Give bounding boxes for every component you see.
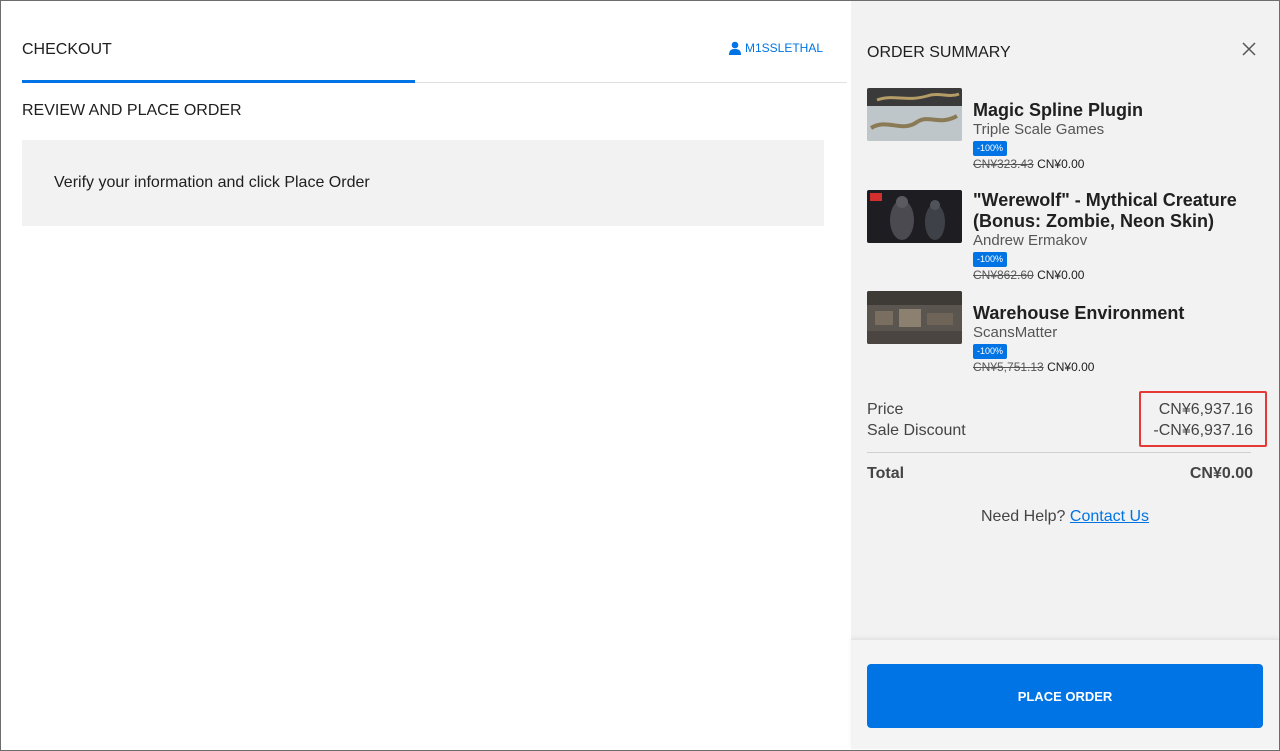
item-seller: Andrew Ermakov (973, 232, 1088, 249)
order-summary-title: ORDER SUMMARY (867, 44, 1011, 61)
help-line: Need Help? Contact Us (851, 508, 1279, 526)
total-value: CN¥0.00 (1189, 465, 1253, 482)
item-title[interactable]: "Werewolf" - Mythical Creature (Bonus: Z… (973, 190, 1263, 232)
place-order-button[interactable]: PLACE ORDER (867, 664, 1263, 728)
item-price: CN¥862.60 CN¥0.00 (973, 268, 1263, 282)
total-row: Total CN¥0.00 (867, 465, 1253, 483)
price-label: Price (867, 401, 904, 418)
username-label: M1SSLETHAL (744, 41, 823, 55)
item-title[interactable]: Warehouse Environment (973, 303, 1263, 324)
sale-price: CN¥0.00 (1047, 360, 1095, 374)
item-details: "Werewolf" - Mythical Creature (Bonus: Z… (973, 190, 1263, 282)
discount-badge: -100% (973, 141, 1008, 156)
review-section-title: REVIEW AND PLACE ORDER (22, 102, 242, 119)
werewolf-thumbnail-icon (867, 190, 962, 243)
info-message: Verify your information and click Place … (54, 174, 370, 191)
tab-checkout[interactable]: CHECKOUT (22, 41, 112, 59)
item-details: Warehouse Environment ScansMatter -100% … (973, 291, 1263, 374)
user-account[interactable]: M1SSLETHAL (728, 41, 823, 55)
original-price: CN¥5,751.13 (973, 360, 1044, 374)
original-price: CN¥862.60 (973, 268, 1034, 282)
item-price: CN¥323.43 CN¥0.00 (973, 157, 1263, 171)
discount-badge: -100% (973, 344, 1008, 359)
discount-badge: -100% (973, 252, 1008, 267)
checkout-pane: CHECKOUT M1SSLETHAL REVIEW AND PLACE ORD… (1, 1, 851, 749)
discount-label: Sale Discount (867, 422, 966, 439)
close-icon[interactable] (1241, 41, 1257, 57)
place-order-bar: PLACE ORDER (851, 639, 1279, 749)
item-seller: Triple Scale Games (973, 121, 1105, 138)
original-price: CN¥323.43 (973, 157, 1034, 171)
sale-price: CN¥0.00 (1037, 268, 1085, 282)
sale-price: CN¥0.00 (1037, 157, 1085, 171)
info-box: Verify your information and click Place … (22, 140, 824, 226)
order-summary-pane: ORDER SUMMARY Magic Spline Plugin Triple… (851, 1, 1279, 749)
spline-thumbnail-icon (867, 88, 962, 141)
active-tab-indicator (22, 80, 415, 83)
item-seller: ScansMatter (973, 324, 1058, 341)
total-label: Total (867, 465, 905, 482)
warehouse-thumbnail-icon (867, 291, 962, 344)
highlight-box (1139, 391, 1267, 447)
item-details: Magic Spline Plugin Triple Scale Games -… (973, 88, 1263, 171)
help-text: Need Help? (980, 508, 1066, 525)
contact-us-link[interactable]: Contact Us (1070, 508, 1149, 525)
checkout-tabs: CHECKOUT M1SSLETHAL (22, 1, 847, 83)
divider (867, 452, 1251, 453)
item-title[interactable]: Magic Spline Plugin (973, 100, 1263, 121)
item-price: CN¥5,751.13 CN¥0.00 (973, 360, 1263, 374)
user-icon (728, 41, 741, 55)
